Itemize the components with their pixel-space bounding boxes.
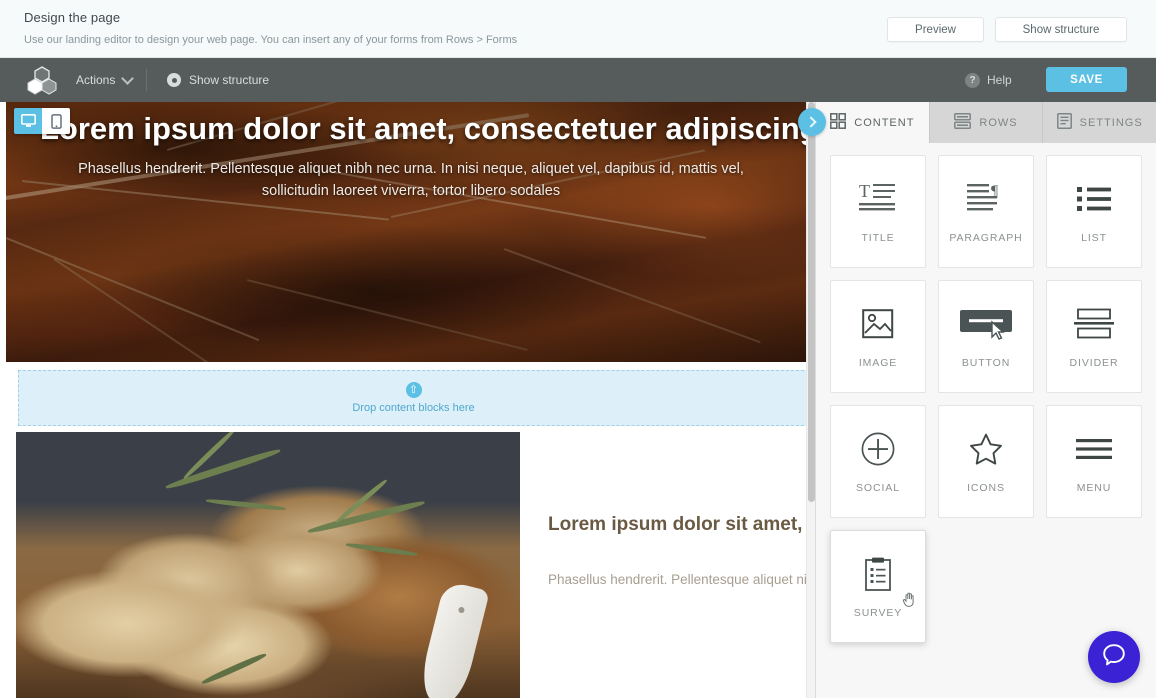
canvas-scrollbar-thumb[interactable] bbox=[808, 102, 815, 502]
svg-text:T: T bbox=[859, 182, 870, 201]
cubes-logo-icon[interactable] bbox=[27, 66, 57, 95]
content-block-image[interactable]: IMAGE bbox=[830, 280, 926, 393]
image-picture-icon bbox=[862, 305, 894, 343]
content-block-divider[interactable]: DIVIDER bbox=[1046, 280, 1142, 393]
page-subtitle: Use our landing editor to design your we… bbox=[24, 34, 518, 46]
chevron-down-icon bbox=[121, 71, 135, 85]
desktop-monitor-icon[interactable] bbox=[14, 108, 42, 134]
star-icon bbox=[969, 430, 1003, 468]
content-block-title-label: TITLE bbox=[861, 231, 895, 244]
device-preview-toggle[interactable] bbox=[14, 108, 70, 134]
show-structure-label: Show structure bbox=[189, 73, 270, 87]
content-block-list[interactable]: LIST bbox=[1046, 155, 1142, 268]
chevron-right-icon bbox=[804, 116, 817, 128]
tab-rows[interactable]: ROWS bbox=[930, 102, 1044, 143]
collapse-panel-button[interactable] bbox=[798, 108, 826, 136]
button-icon bbox=[959, 305, 1013, 343]
rows-stack-icon bbox=[954, 113, 972, 132]
eye-icon bbox=[167, 73, 181, 87]
chat-bubble-icon bbox=[1101, 642, 1127, 673]
help-chat-button[interactable] bbox=[1088, 631, 1140, 683]
grid-squares-icon bbox=[830, 113, 847, 132]
mouse-cursor-pointer bbox=[901, 590, 919, 608]
content-blocks-grid: T TITLE ¶ PARAGRAPH LIST IMAGE BUTTON DI… bbox=[816, 143, 1156, 655]
content-block-menu[interactable]: MENU bbox=[1046, 405, 1142, 518]
content-block-paragraph[interactable]: ¶ PARAGRAPH bbox=[938, 155, 1034, 268]
bullet-list-icon bbox=[1076, 180, 1112, 218]
content-block-social[interactable]: SOCIAL bbox=[830, 405, 926, 518]
show-structure-button-top[interactable]: Show structure bbox=[995, 17, 1127, 42]
question-mark-icon: ? bbox=[965, 72, 980, 88]
paragraph-icon: ¶ bbox=[966, 180, 1006, 218]
tab-settings[interactable]: SETTINGS bbox=[1043, 102, 1156, 143]
hero-section[interactable]: Lorem ipsum dolor sit amet, consectetuer… bbox=[6, 102, 809, 362]
show-structure-toggle[interactable]: Show structure bbox=[167, 58, 269, 102]
tab-settings-label: SETTINGS bbox=[1079, 116, 1143, 129]
help-label: Help bbox=[987, 73, 1012, 87]
canvas-scrollbar[interactable] bbox=[806, 102, 815, 698]
content-block-survey-label: SURVEY bbox=[853, 606, 903, 619]
content-block-divider-label: DIVIDER bbox=[1069, 356, 1119, 369]
drop-content-blocks-zone[interactable]: ⇧ Drop content blocks here bbox=[18, 370, 809, 426]
divider-icon bbox=[1074, 305, 1114, 343]
content-block-button[interactable]: BUTTON bbox=[938, 280, 1034, 393]
upload-arrow-icon: ⇧ bbox=[405, 382, 422, 398]
content-block-list-label: LIST bbox=[1081, 231, 1107, 244]
document-settings-icon bbox=[1056, 113, 1072, 132]
design-canvas[interactable]: Lorem ipsum dolor sit amet, consectetuer… bbox=[0, 102, 815, 698]
title-text-icon: T bbox=[858, 180, 898, 218]
tab-content-label: CONTENT bbox=[854, 116, 915, 129]
bread-image[interactable] bbox=[16, 432, 520, 698]
content-block-icons[interactable]: ICONS bbox=[938, 405, 1034, 518]
bread-text-column: Lorem ipsum dolor sit amet, consectetuer… bbox=[520, 432, 815, 594]
editor-toolbar: Actions Show structure ? Help bbox=[0, 58, 1156, 102]
content-block-title[interactable]: T TITLE bbox=[830, 155, 926, 268]
svg-text:¶: ¶ bbox=[991, 183, 999, 200]
panel-tabs: CONTENT ROWS SETTINGS bbox=[816, 102, 1156, 143]
content-block-button-label: BUTTON bbox=[961, 356, 1011, 369]
clipboard-survey-icon bbox=[865, 555, 891, 593]
plus-circle-icon bbox=[861, 430, 895, 468]
bread-paragraph[interactable]: Phasellus hendrerit. Pellentesque alique… bbox=[548, 566, 815, 594]
hero-subtitle[interactable]: Phasellus hendrerit. Pellentesque alique… bbox=[56, 158, 766, 203]
save-button[interactable]: SAVE bbox=[1046, 67, 1127, 92]
help-button[interactable]: ? Help bbox=[965, 58, 1012, 102]
tab-content[interactable]: CONTENT bbox=[816, 102, 930, 143]
content-block-menu-label: MENU bbox=[1076, 481, 1112, 494]
mobile-phone-icon[interactable] bbox=[42, 108, 70, 134]
hero-title[interactable]: Lorem ipsum dolor sit amet, consectetuer… bbox=[40, 110, 809, 149]
editor-side-panel: CONTENT ROWS SETTINGS T TITLE ¶ PARAGRAP… bbox=[815, 102, 1156, 698]
content-row-bread[interactable]: Lorem ipsum dolor sit amet, consectetuer… bbox=[16, 432, 815, 698]
content-block-icons-label: ICONS bbox=[967, 481, 1005, 494]
content-block-social-label: SOCIAL bbox=[856, 481, 900, 494]
content-block-survey[interactable]: SURVEY bbox=[830, 530, 926, 643]
content-block-image-label: IMAGE bbox=[858, 356, 898, 369]
preview-button[interactable]: Preview bbox=[887, 17, 984, 42]
bread-heading[interactable]: Lorem ipsum dolor sit amet, consectetuer… bbox=[548, 507, 815, 542]
actions-label: Actions bbox=[76, 73, 116, 87]
page-header-bar: Design the page Use our landing editor t… bbox=[0, 0, 1156, 58]
actions-menu[interactable]: Actions bbox=[76, 58, 135, 102]
tab-rows-label: ROWS bbox=[979, 116, 1018, 129]
content-block-paragraph-label: PARAGRAPH bbox=[949, 231, 1023, 244]
page-title: Design the page bbox=[24, 10, 121, 25]
dropzone-label: Drop content blocks here bbox=[352, 402, 475, 414]
toolbar-divider bbox=[146, 69, 147, 91]
hamburger-menu-icon bbox=[1076, 430, 1112, 468]
